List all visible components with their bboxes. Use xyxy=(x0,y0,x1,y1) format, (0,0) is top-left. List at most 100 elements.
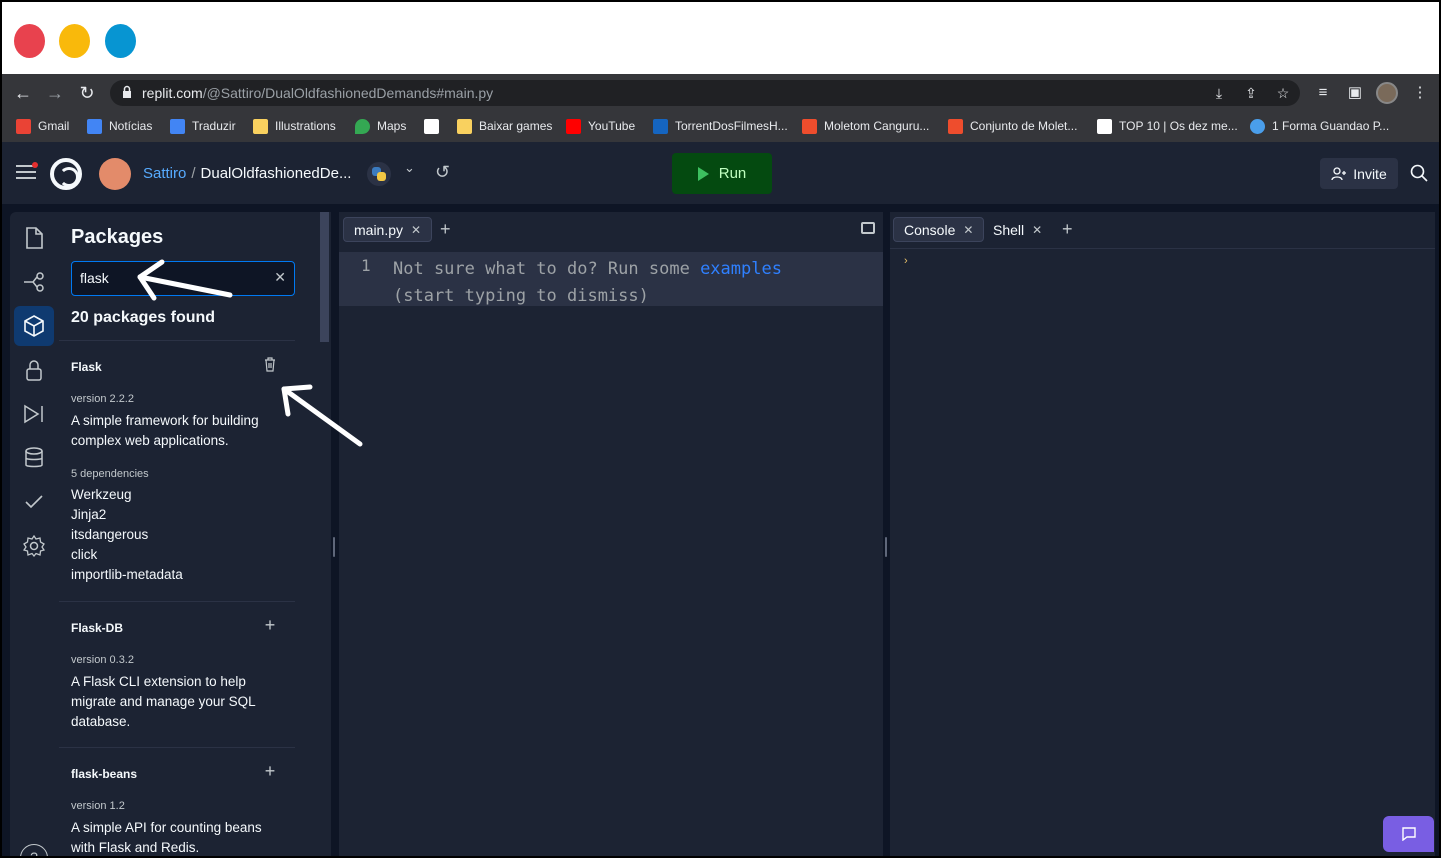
resize-handle[interactable] xyxy=(333,537,335,557)
package-item-flask-db[interactable]: Flask-DB + version 0.3.2 A Flask CLI ext… xyxy=(59,601,295,748)
add-tab-icon[interactable]: + xyxy=(1062,219,1073,240)
tool-sidebar xyxy=(10,212,59,856)
editor-pane: main.py ✕ + 1 Not sure what to do? Run s… xyxy=(339,212,883,856)
notification-dot xyxy=(32,162,38,168)
tab-main-py[interactable]: main.py ✕ xyxy=(343,217,433,242)
packages-found-count: 20 packages found xyxy=(71,309,216,326)
share-icon[interactable]: ⇪ xyxy=(1242,84,1260,102)
browser-toolbar: ← → ↻ replit.com/@Sattiro/DualOldfashion… xyxy=(2,74,1439,142)
console-output[interactable]: › xyxy=(890,248,1435,856)
minimize-window-button[interactable] xyxy=(59,24,90,58)
package-item-flask[interactable]: Flask version 2.2.2 A simple framework f… xyxy=(59,340,295,602)
side-panel-icon[interactable]: ▣ xyxy=(1344,82,1366,104)
debugger-icon[interactable] xyxy=(14,394,54,434)
package-version: version 0.3.2 xyxy=(71,654,134,666)
add-tab-icon[interactable]: + xyxy=(440,219,451,240)
chrome-menu-icon[interactable]: ⋮ xyxy=(1409,82,1431,104)
resize-handle[interactable] xyxy=(885,537,887,557)
bookmark-moletom[interactable]: Moletom Canguru... xyxy=(802,116,929,136)
bookmark-baixar-games[interactable]: Baixar games xyxy=(457,116,552,136)
version-control-icon[interactable] xyxy=(14,262,54,302)
breadcrumb-username[interactable]: Sattiro xyxy=(143,165,186,182)
packages-scrollbar[interactable] xyxy=(318,212,331,856)
bookmark-maps[interactable]: Maps xyxy=(355,116,406,136)
console-pane: Console ✕ Shell ✕ + › xyxy=(890,212,1435,856)
reload-icon[interactable]: ↻ xyxy=(76,82,98,104)
add-package-plus-icon[interactable]: + xyxy=(262,762,278,780)
maps-icon xyxy=(355,118,370,134)
replit-logo[interactable] xyxy=(50,158,82,190)
breadcrumb: Sattiro / DualOldfashionedDe... xyxy=(143,165,351,182)
close-window-button[interactable] xyxy=(14,24,45,58)
package-description: A simple framework for building complex … xyxy=(71,413,259,448)
bookmark-illustrations[interactable]: Illustrations xyxy=(253,116,336,136)
tab-label: Shell xyxy=(993,221,1025,238)
editor-hint: Not sure what to do? Run some examples (… xyxy=(393,256,782,310)
dependency-item: itsdangerous xyxy=(71,527,149,542)
add-package-plus-icon[interactable]: + xyxy=(262,616,278,634)
package-item-flask-beans[interactable]: flask-beans + version 1.2 A simple API f… xyxy=(59,747,295,856)
window-titlebar xyxy=(2,2,1439,74)
python-language-icon xyxy=(367,162,391,186)
bookmark-youtube[interactable]: YouTube xyxy=(566,116,635,136)
package-search-input[interactable] xyxy=(80,270,260,286)
bookmark-star-icon[interactable]: ☆ xyxy=(1274,84,1292,102)
address-bar[interactable]: replit.com/@Sattiro/DualOldfashionedDema… xyxy=(110,80,1300,106)
tab-shell[interactable]: Shell ✕ xyxy=(983,217,1052,242)
breadcrumb-separator: / xyxy=(191,165,196,182)
close-tab-icon[interactable]: ✕ xyxy=(411,223,421,237)
gmail-icon xyxy=(16,118,31,134)
code-editor[interactable]: 1 Not sure what to do? Run some examples… xyxy=(339,248,883,856)
wikipedia-icon xyxy=(424,118,439,134)
lock-icon xyxy=(123,85,131,98)
files-icon[interactable] xyxy=(14,218,54,258)
translate-icon xyxy=(170,118,185,134)
editor-menu-icon[interactable] xyxy=(861,222,875,234)
site-icon xyxy=(1097,118,1112,134)
trash-icon[interactable] xyxy=(262,356,278,372)
tab-console[interactable]: Console ✕ xyxy=(893,217,985,242)
bookmark-conjunto[interactable]: Conjunto de Molet... xyxy=(948,116,1077,136)
chevron-down-icon[interactable]: ⌄ xyxy=(404,160,415,176)
scrollbar-thumb[interactable] xyxy=(320,212,329,342)
search-icon[interactable] xyxy=(1410,164,1428,182)
dependency-item: Werkzeug xyxy=(71,487,132,502)
bookmark-noticias[interactable]: Notícias xyxy=(87,116,152,136)
packages-icon[interactable] xyxy=(14,306,54,346)
forward-icon[interactable]: → xyxy=(44,82,66,104)
bookmark-gmail[interactable]: Gmail xyxy=(16,116,69,136)
bookmark-forma-guandao[interactable]: 1 Forma Guandao P... xyxy=(1250,116,1389,136)
close-tab-icon[interactable]: ✕ xyxy=(963,223,973,237)
database-icon[interactable] xyxy=(14,438,54,478)
invite-button[interactable]: Invite xyxy=(1320,158,1398,189)
history-icon[interactable]: ↺ xyxy=(435,162,450,183)
back-icon[interactable]: ← xyxy=(12,82,34,104)
bookmark-traduzir[interactable]: Traduzir xyxy=(170,116,236,136)
bookmarks-bar: Gmail Notícias Traduzir Illustrations Ma… xyxy=(2,114,1439,138)
install-icon[interactable]: ⤓ xyxy=(1210,84,1228,102)
package-search-field[interactable]: ✕ xyxy=(71,261,295,296)
folder-icon xyxy=(253,118,268,134)
user-avatar[interactable] xyxy=(99,158,131,190)
zoom-window-button[interactable] xyxy=(105,24,136,58)
bookmark-top10[interactable]: TOP 10 | Os dez me... xyxy=(1097,116,1238,136)
news-icon xyxy=(87,118,102,134)
package-name: Flask-DB xyxy=(71,621,124,635)
package-name: flask-beans xyxy=(71,767,138,781)
repl-name[interactable]: DualOldfashionedDe... xyxy=(201,165,352,182)
checkmark-icon[interactable] xyxy=(14,482,54,522)
clear-search-icon[interactable]: ✕ xyxy=(274,269,286,286)
media-control-icon[interactable]: ≡ xyxy=(1312,82,1334,104)
profile-avatar[interactable] xyxy=(1376,82,1398,104)
feedback-button[interactable] xyxy=(1383,816,1434,852)
play-icon xyxy=(697,166,709,181)
tab-label: Console xyxy=(904,221,956,238)
examples-link[interactable]: examples xyxy=(700,259,782,279)
bookmark-wikipedia[interactable] xyxy=(424,116,439,136)
settings-gear-icon[interactable] xyxy=(14,526,54,566)
run-button[interactable]: Run xyxy=(672,153,772,194)
bookmark-torrent[interactable]: TorrentDosFilmesH... xyxy=(653,116,788,136)
close-tab-icon[interactable]: ✕ xyxy=(1032,223,1042,237)
secrets-lock-icon[interactable] xyxy=(14,350,54,390)
run-label: Run xyxy=(718,165,747,182)
